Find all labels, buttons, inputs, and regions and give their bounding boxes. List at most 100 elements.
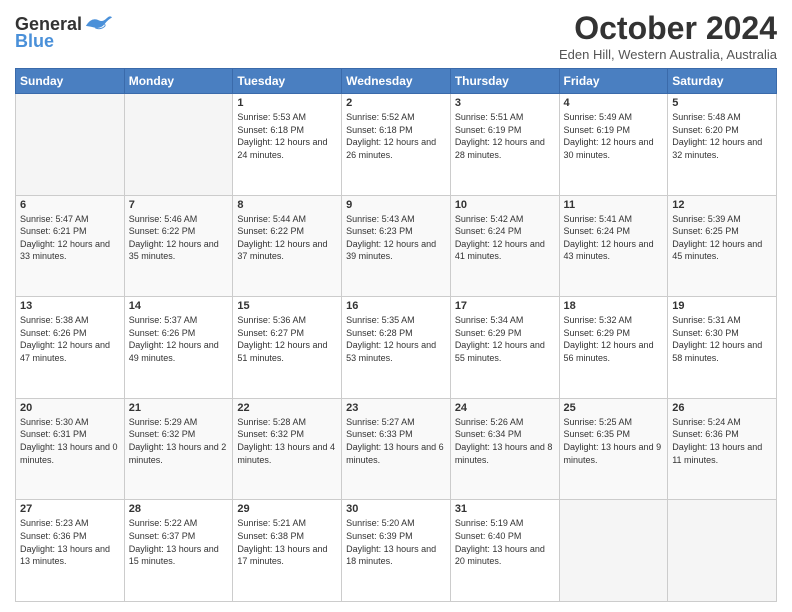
calendar-cell-18: 18 Sunrise: 5:32 AMSunset: 6:29 PMDayligh… xyxy=(559,297,668,399)
day-info: Sunrise: 5:23 AMSunset: 6:36 PMDaylight:… xyxy=(20,517,120,567)
calendar-cell-29: 29Sunrise: 5:21 AMSunset: 6:38 PMDayligh… xyxy=(233,500,342,602)
calendar-cell-27: 27 Sunrise: 5:23 AMSunset: 6:36 PMDayligh… xyxy=(16,500,125,602)
calendar-cell-4: 4Sunrise: 5:49 AMSunset: 6:19 PMDaylight… xyxy=(559,94,668,196)
calendar-cell-empty xyxy=(124,94,233,196)
calendar-cell-empty xyxy=(16,94,125,196)
day-info: Sunrise: 5:30 AMSunset: 6:31 PMDaylight:… xyxy=(20,416,120,466)
week-row-2: 6 Sunrise: 5:47 AMSunset: 6:21 PMDaylight… xyxy=(16,195,777,297)
day-number: 12 xyxy=(672,199,772,211)
calendar-cell-31: 31Sunrise: 5:19 AMSunset: 6:40 PMDayligh… xyxy=(450,500,559,602)
day-number: 2 xyxy=(346,97,446,109)
day-info: Sunrise: 5:34 AMSunset: 6:29 PMDaylight:… xyxy=(455,314,555,364)
calendar-cell-11: 11Sunrise: 5:41 AMSunset: 6:24 PMDayligh… xyxy=(559,195,668,297)
day-number: 20 xyxy=(20,402,120,414)
day-info: Sunrise: 5:48 AMSunset: 6:20 PMDaylight:… xyxy=(672,111,772,161)
day-number: 9 xyxy=(346,199,446,211)
day-info: Sunrise: 5:24 AMSunset: 6:36 PMDaylight:… xyxy=(672,416,772,466)
calendar-cell-9: 9 Sunrise: 5:43 AMSunset: 6:23 PMDaylight… xyxy=(342,195,451,297)
day-info: Sunrise: 5:38 AMSunset: 6:26 PMDaylight:… xyxy=(20,314,120,364)
calendar-cell-2: 2 Sunrise: 5:52 AMSunset: 6:18 PMDaylight… xyxy=(342,94,451,196)
day-number: 22 xyxy=(237,402,337,414)
day-info: Sunrise: 5:25 AMSunset: 6:35 PMDaylight:… xyxy=(564,416,664,466)
day-info: Sunrise: 5:41 AMSunset: 6:24 PMDaylight:… xyxy=(564,213,664,263)
calendar-cell-12: 12 Sunrise: 5:39 AMSunset: 6:25 PMDayligh… xyxy=(668,195,777,297)
day-number: 14 xyxy=(129,300,229,312)
day-info: Sunrise: 5:32 AMSunset: 6:29 PMDaylight:… xyxy=(564,314,664,364)
week-row-3: 13 Sunrise: 5:38 AMSunset: 6:26 PMDayligh… xyxy=(16,297,777,399)
day-info: Sunrise: 5:52 AMSunset: 6:18 PMDaylight:… xyxy=(346,111,446,161)
day-info: Sunrise: 5:37 AMSunset: 6:26 PMDaylight:… xyxy=(129,314,229,364)
calendar-cell-26: 26 Sunrise: 5:24 AMSunset: 6:36 PMDayligh… xyxy=(668,398,777,500)
day-number: 27 xyxy=(20,503,120,515)
day-info: Sunrise: 5:51 AMSunset: 6:19 PMDaylight:… xyxy=(455,111,555,161)
calendar-cell-8: 8 Sunrise: 5:44 AMSunset: 6:22 PMDaylight… xyxy=(233,195,342,297)
day-info: Sunrise: 5:21 AMSunset: 6:38 PMDaylight:… xyxy=(237,517,337,567)
day-number: 26 xyxy=(672,402,772,414)
day-info: Sunrise: 5:35 AMSunset: 6:28 PMDaylight:… xyxy=(346,314,446,364)
page: General Blue October 2024 Eden Hill, Wes… xyxy=(0,0,792,612)
logo-text-blue: Blue xyxy=(15,32,54,52)
day-number: 23 xyxy=(346,402,446,414)
day-info: Sunrise: 5:47 AMSunset: 6:21 PMDaylight:… xyxy=(20,213,120,263)
week-row-1: 1 Sunrise: 5:53 AMSunset: 6:18 PMDaylight… xyxy=(16,94,777,196)
day-number: 5 xyxy=(672,97,772,109)
calendar-cell-7: 7Sunrise: 5:46 AMSunset: 6:22 PMDaylight… xyxy=(124,195,233,297)
calendar-cell-16: 16 Sunrise: 5:35 AMSunset: 6:28 PMDayligh… xyxy=(342,297,451,399)
week-row-5: 27 Sunrise: 5:23 AMSunset: 6:36 PMDayligh… xyxy=(16,500,777,602)
day-number: 30 xyxy=(346,503,446,515)
day-info: Sunrise: 5:22 AMSunset: 6:37 PMDaylight:… xyxy=(129,517,229,567)
calendar-cell-30: 30Sunrise: 5:20 AMSunset: 6:39 PMDayligh… xyxy=(342,500,451,602)
day-number: 3 xyxy=(455,97,555,109)
day-info: Sunrise: 5:42 AMSunset: 6:24 PMDaylight:… xyxy=(455,213,555,263)
day-info: Sunrise: 5:39 AMSunset: 6:25 PMDaylight:… xyxy=(672,213,772,263)
day-number: 15 xyxy=(237,300,337,312)
day-number: 19 xyxy=(672,300,772,312)
bird-icon xyxy=(84,14,112,36)
calendar-cell-6: 6 Sunrise: 5:47 AMSunset: 6:21 PMDaylight… xyxy=(16,195,125,297)
weekday-header-row: SundayMondayTuesdayWednesdayThursdayFrid… xyxy=(16,69,777,94)
day-number: 31 xyxy=(455,503,555,515)
month-title: October 2024 xyxy=(559,10,777,47)
day-number: 24 xyxy=(455,402,555,414)
calendar-cell-14: 14 Sunrise: 5:37 AMSunset: 6:26 PMDayligh… xyxy=(124,297,233,399)
day-info: Sunrise: 5:26 AMSunset: 6:34 PMDaylight:… xyxy=(455,416,555,466)
weekday-header-sunday: Sunday xyxy=(16,69,125,94)
calendar-cell-10: 10 Sunrise: 5:42 AMSunset: 6:24 PMDayligh… xyxy=(450,195,559,297)
day-info: Sunrise: 5:31 AMSunset: 6:30 PMDaylight:… xyxy=(672,314,772,364)
day-info: Sunrise: 5:36 AMSunset: 6:27 PMDaylight:… xyxy=(237,314,337,364)
day-number: 18 xyxy=(564,300,664,312)
weekday-header-tuesday: Tuesday xyxy=(233,69,342,94)
weekday-header-thursday: Thursday xyxy=(450,69,559,94)
weekday-header-saturday: Saturday xyxy=(668,69,777,94)
day-number: 6 xyxy=(20,199,120,211)
day-number: 8 xyxy=(237,199,337,211)
day-number: 13 xyxy=(20,300,120,312)
day-info: Sunrise: 5:44 AMSunset: 6:22 PMDaylight:… xyxy=(237,213,337,263)
calendar-cell-17: 17 Sunrise: 5:34 AMSunset: 6:29 PMDayligh… xyxy=(450,297,559,399)
day-info: Sunrise: 5:53 AMSunset: 6:18 PMDaylight:… xyxy=(237,111,337,161)
day-number: 17 xyxy=(455,300,555,312)
calendar-cell-15: 15 Sunrise: 5:36 AMSunset: 6:27 PMDayligh… xyxy=(233,297,342,399)
logo: General Blue xyxy=(15,14,112,52)
calendar-cell-23: 23Sunrise: 5:27 AMSunset: 6:33 PMDayligh… xyxy=(342,398,451,500)
calendar-cell-19: 19 Sunrise: 5:31 AMSunset: 6:30 PMDayligh… xyxy=(668,297,777,399)
day-info: Sunrise: 5:28 AMSunset: 6:32 PMDaylight:… xyxy=(237,416,337,466)
day-number: 21 xyxy=(129,402,229,414)
calendar-cell-24: 24 Sunrise: 5:26 AMSunset: 6:34 PMDayligh… xyxy=(450,398,559,500)
calendar-cell-13: 13 Sunrise: 5:38 AMSunset: 6:26 PMDayligh… xyxy=(16,297,125,399)
day-number: 16 xyxy=(346,300,446,312)
day-number: 1 xyxy=(237,97,337,109)
calendar-cell-5: 5 Sunrise: 5:48 AMSunset: 6:20 PMDaylight… xyxy=(668,94,777,196)
day-number: 7 xyxy=(129,199,229,211)
day-info: Sunrise: 5:49 AMSunset: 6:19 PMDaylight:… xyxy=(564,111,664,161)
calendar-cell-3: 3 Sunrise: 5:51 AMSunset: 6:19 PMDaylight… xyxy=(450,94,559,196)
day-info: Sunrise: 5:43 AMSunset: 6:23 PMDaylight:… xyxy=(346,213,446,263)
week-row-4: 20 Sunrise: 5:30 AMSunset: 6:31 PMDayligh… xyxy=(16,398,777,500)
weekday-header-monday: Monday xyxy=(124,69,233,94)
day-info: Sunrise: 5:29 AMSunset: 6:32 PMDaylight:… xyxy=(129,416,229,466)
day-number: 10 xyxy=(455,199,555,211)
calendar-table: SundayMondayTuesdayWednesdayThursdayFrid… xyxy=(15,68,777,602)
calendar-cell-20: 20 Sunrise: 5:30 AMSunset: 6:31 PMDayligh… xyxy=(16,398,125,500)
title-section: October 2024 Eden Hill, Western Australi… xyxy=(559,10,777,62)
day-number: 28 xyxy=(129,503,229,515)
